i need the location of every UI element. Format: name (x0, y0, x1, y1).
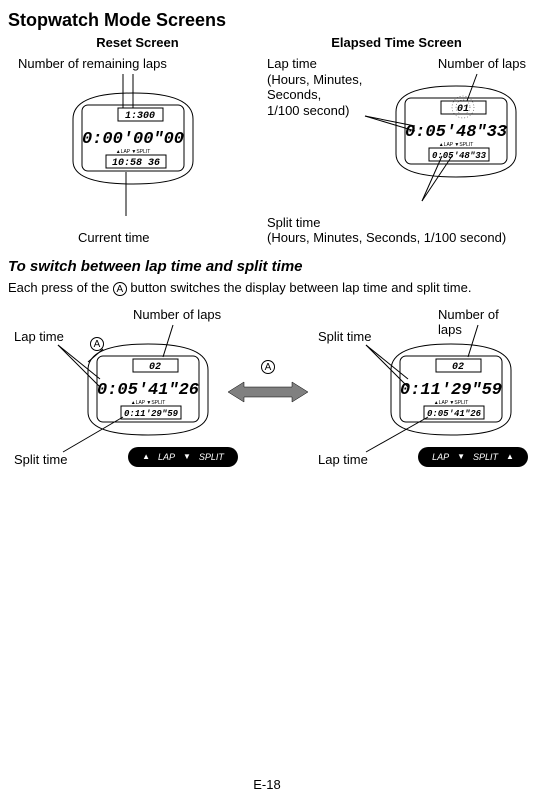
lapleft-bottom-value: 0:11'29"59 (124, 409, 179, 419)
page-title: Stopwatch Mode Screens (8, 10, 526, 31)
instruction-paragraph: Each press of the A button switches the … (8, 279, 526, 297)
elapsed-bottom-value: 0:05'48"33 (432, 151, 487, 161)
lapleft-lapsplit: ▲LAP ▼SPLIT (131, 400, 166, 406)
pill-right-lap: LAP (432, 452, 449, 462)
page-number: E-18 (0, 777, 534, 792)
reset-bottom-value: 10:58 36 (112, 158, 160, 169)
elapsed-diagram: Lap time (Hours, Minutes, Seconds, 1/100… (267, 56, 526, 246)
lap-split-pill-right: LAP ▼ SPLIT ▲ (418, 447, 528, 467)
lapright-bottom-value: 0:05'41"26 (427, 409, 482, 419)
splittime-label-left: Split time (14, 452, 67, 467)
reset-top-value: 1:300 (125, 111, 155, 122)
switch-subheading: To switch between lap time and split tim… (8, 258, 526, 275)
elapsed-lapsplit: ▲LAP ▼SPLIT (439, 142, 474, 148)
down-triangle-icon: ▼ (457, 452, 465, 461)
splittime-desc-label: Split time (Hours, Minutes, Seconds, 1/1… (267, 215, 526, 246)
lap-watch-left-illustration: 02 0:05'41"26 ▲LAP ▼SPLIT 0:11'29"59 (83, 342, 213, 437)
para-post: button switches the display between lap … (127, 280, 472, 295)
laptime-label-left: Lap time (14, 329, 64, 344)
top-screens-row: Reset Screen Number of remaining laps 1:… (8, 35, 526, 246)
reset-column: Reset Screen Number of remaining laps 1:… (8, 35, 267, 246)
lapleft-main-value: 0:05'41"26 (97, 381, 199, 400)
reset-header: Reset Screen (8, 35, 267, 50)
pill-left-split: SPLIT (199, 452, 224, 462)
elapsed-column: Elapsed Time Screen Lap time (Hours, Min… (267, 35, 526, 246)
pill-right-split: SPLIT (473, 452, 498, 462)
lap-watch-right-illustration: 02 0:11'29"59 ▲LAP ▼SPLIT 0:05'41"26 (386, 342, 516, 437)
circled-a-middle: A (261, 360, 275, 374)
elapsed-top-value: 01 (457, 104, 469, 115)
numlaps-label-left: Number of laps (133, 307, 221, 322)
pill-left-lap: LAP (158, 452, 175, 462)
lapright-top-value: 02 (452, 362, 464, 373)
current-time-label: Current time (78, 230, 150, 246)
reset-diagram: Number of remaining laps 1:300 0:00'00"0… (8, 56, 267, 246)
para-pre: Each press of the (8, 280, 113, 295)
laptime-label-right: Lap time (318, 452, 368, 467)
down-triangle-icon: ▼ (183, 452, 191, 461)
elapsed-header: Elapsed Time Screen (267, 35, 526, 50)
elapsed-main-value: 0:05'48"33 (405, 123, 507, 142)
lapright-lapsplit: ▲LAP ▼SPLIT (434, 400, 469, 406)
elapsed-watch-illustration: 01 0:05'48"33 ▲LAP ▼SPLIT 0:05'48"33 (391, 84, 521, 179)
splittime-label-right: Split time (318, 329, 371, 344)
reset-main-value: 0:00'00"00 (82, 130, 184, 149)
number-of-laps-label: Number of laps (438, 56, 526, 72)
reset-watch-illustration: 1:300 0:00'00"00 ▲LAP ▼SPLIT 10:58 36 (68, 91, 198, 186)
laptime-desc-label: Lap time (Hours, Minutes, Seconds, 1/100… (267, 56, 382, 118)
remaining-laps-label: Number of remaining laps (18, 56, 167, 72)
up-triangle-icon: ▲ (142, 452, 150, 461)
reset-lapsplit: ▲LAP ▼SPLIT (116, 149, 151, 155)
lapleft-top-value: 02 (149, 362, 161, 373)
lapright-main-value: 0:11'29"59 (400, 381, 502, 400)
double-arrow-icon (228, 380, 308, 404)
up-triangle-icon: ▲ (506, 452, 514, 461)
circled-a-inline: A (113, 282, 127, 296)
switch-diagram-row: Number of laps Lap time Split time Numbe… (8, 307, 526, 507)
numlaps-label-right: Number of laps (438, 307, 526, 337)
lap-split-pill-left: ▲ LAP ▼ SPLIT (128, 447, 238, 467)
